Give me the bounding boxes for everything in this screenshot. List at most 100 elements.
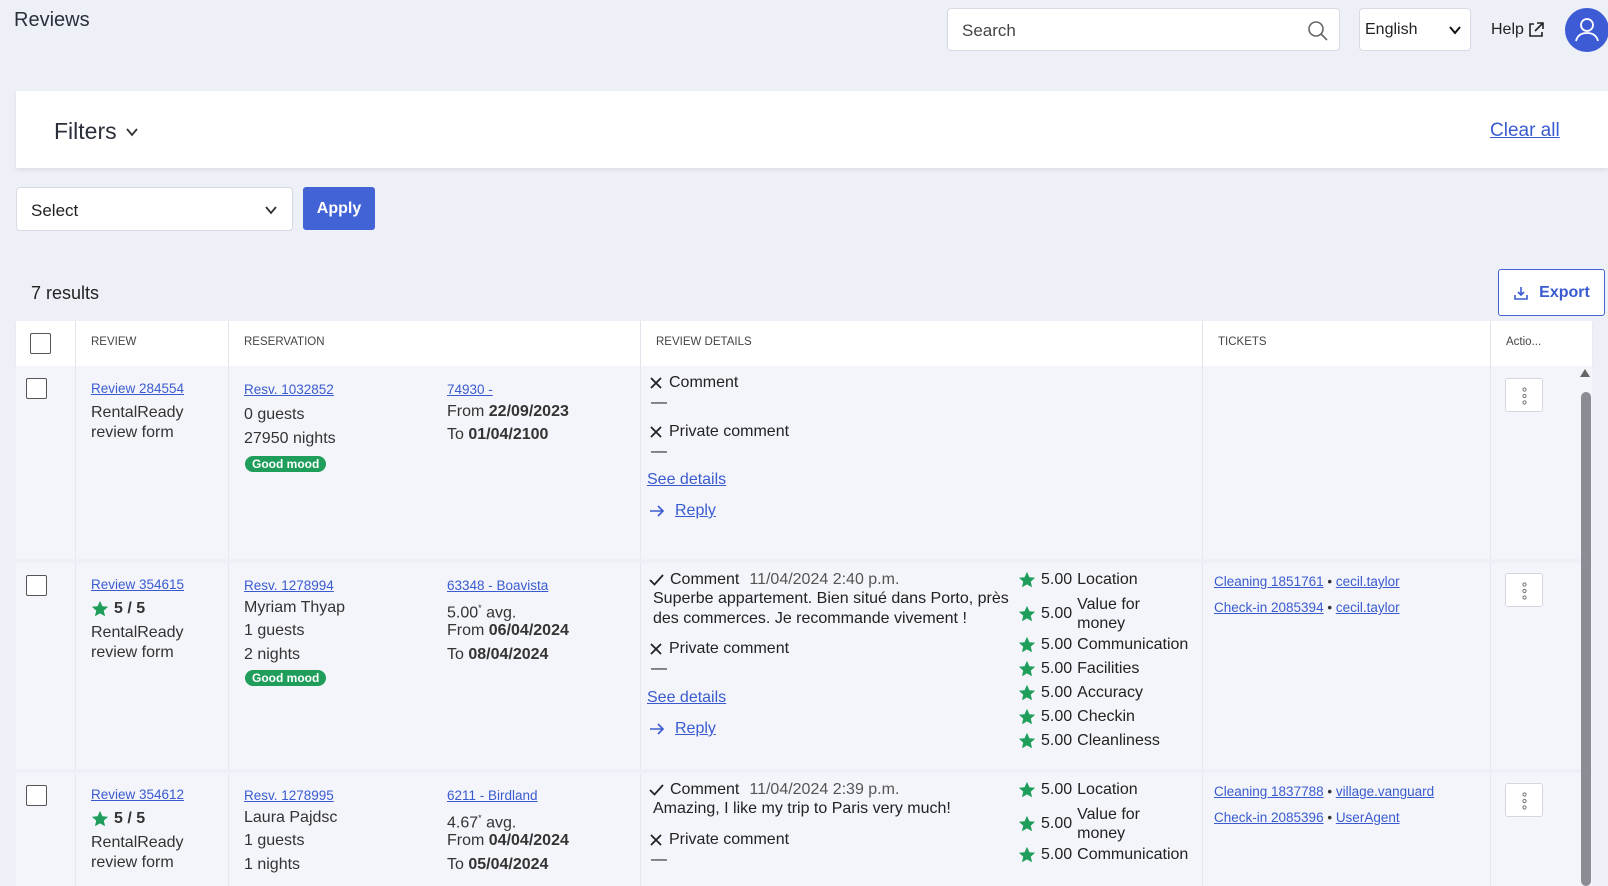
- star-icon: [1018, 684, 1036, 701]
- user-avatar-button[interactable]: [1565, 8, 1608, 52]
- row-actions-button[interactable]: [1505, 573, 1543, 607]
- row-checkbox[interactable]: [26, 378, 47, 399]
- score-location: 5.00 Location: [1018, 571, 1138, 589]
- ticket-link[interactable]: Check-in 2085394: [1214, 600, 1324, 615]
- search-box[interactable]: [947, 8, 1340, 51]
- filters-panel: Filters Clear all: [16, 91, 1608, 168]
- property-link[interactable]: 6211 - Birdland: [447, 788, 538, 803]
- select-all-checkbox[interactable]: [30, 333, 51, 354]
- clear-all-link[interactable]: Clear all: [1490, 120, 1560, 142]
- search-icon[interactable]: [1307, 20, 1329, 42]
- star-icon: [1018, 660, 1036, 677]
- tickets-cell: [1202, 366, 1490, 559]
- score-label-line-1: Value for: [1077, 596, 1140, 613]
- external-link-icon: [1529, 22, 1544, 37]
- user-icon: [1575, 18, 1599, 42]
- nights-count: 2 nights: [244, 646, 301, 663]
- reply-button[interactable]: Reply: [649, 720, 716, 738]
- ticket-link[interactable]: Check-in 2085396: [1214, 810, 1324, 825]
- column-header-review-details[interactable]: Review details: [640, 321, 1202, 366]
- more-vertical-icon: [1522, 387, 1527, 405]
- score-value: 5.00: [1041, 660, 1073, 677]
- review-link[interactable]: Review 354612: [91, 787, 184, 802]
- ticket-link[interactable]: Cleaning 1837788: [1214, 784, 1324, 799]
- search-input[interactable]: [962, 21, 1292, 41]
- star-icon: [1018, 708, 1036, 725]
- reservation-link[interactable]: Resv. 1278994: [244, 578, 334, 593]
- apply-button[interactable]: Apply: [303, 187, 375, 230]
- review-link[interactable]: Review 354615: [91, 577, 184, 592]
- ticket-user-link[interactable]: village.vanguard: [1336, 784, 1434, 799]
- filter-select[interactable]: Select: [16, 187, 293, 231]
- review-form-line-2: review form: [91, 424, 174, 441]
- row-actions-button[interactable]: [1505, 783, 1543, 817]
- row-checkbox[interactable]: [26, 785, 47, 806]
- score-label: Checkin: [1077, 708, 1135, 725]
- score-label: Accuracy: [1077, 684, 1143, 701]
- see-details-link[interactable]: See details: [647, 689, 726, 707]
- vertical-scrollbar[interactable]: [1578, 366, 1592, 886]
- star-icon: [1018, 815, 1036, 832]
- star-icon: [91, 810, 109, 827]
- guest-name: Myriam Thyap: [244, 599, 346, 616]
- from-date: From 06/04/2024: [447, 619, 569, 643]
- score-value-for-money: 5.00 Value for money: [1018, 595, 1140, 633]
- column-header-review[interactable]: Review: [75, 321, 228, 366]
- language-select[interactable]: English: [1359, 8, 1471, 51]
- table-row: Review 354612 5 / 5 RentalReady review f…: [16, 773, 1592, 886]
- column-header-tickets[interactable]: Tickets: [1202, 321, 1490, 366]
- score-label-line-2: money: [1077, 615, 1126, 632]
- scrollbar-thumb[interactable]: [1581, 392, 1591, 886]
- guests-count: 0 guests: [244, 406, 305, 423]
- property-link[interactable]: 63348 - Boavista: [447, 578, 548, 593]
- average-asterisk: *: [478, 603, 482, 613]
- export-button[interactable]: Export: [1498, 269, 1605, 316]
- property-link[interactable]: 74930 -: [447, 382, 493, 397]
- row-checkbox[interactable]: [26, 575, 47, 596]
- column-header-actions[interactable]: Actio...: [1490, 321, 1576, 366]
- reply-button[interactable]: Reply: [649, 502, 716, 520]
- review-details-cell: Comment — Private comment — See details …: [640, 366, 1202, 559]
- review-form-line-2: review form: [91, 854, 174, 871]
- reservation-cell: Resv. 1032852 0 guests 27950 nights Good…: [228, 366, 640, 559]
- ticket-item: Cleaning 1837788 • village.vanguard: [1214, 784, 1435, 799]
- top-bar: Reviews English Help: [0, 0, 1608, 70]
- score-value: 5.00: [1041, 815, 1073, 832]
- see-details-link[interactable]: See details: [647, 471, 726, 489]
- chevron-down-icon: [1449, 26, 1461, 35]
- scroll-up-arrow-icon[interactable]: [1579, 368, 1591, 378]
- from-date: From 04/04/2024: [447, 829, 569, 853]
- more-vertical-icon: [1522, 792, 1527, 810]
- reservation-link[interactable]: Resv. 1032852: [244, 382, 334, 397]
- private-comment-label: Private comment: [669, 640, 790, 657]
- column-header-reservation[interactable]: Reservation: [228, 321, 640, 366]
- star-icon: [1018, 605, 1036, 622]
- to-date: To 01/04/2100: [447, 423, 548, 447]
- help-link[interactable]: Help: [1491, 21, 1545, 39]
- reservation-link[interactable]: Resv. 1278995: [244, 788, 334, 803]
- ticket-user-link[interactable]: cecil.taylor: [1336, 574, 1400, 589]
- comment-empty: —: [651, 394, 667, 411]
- rating-value: 5 / 5: [114, 600, 146, 617]
- review-form-line-1: RentalReady: [91, 624, 184, 641]
- row-actions-button[interactable]: [1505, 378, 1543, 412]
- ticket-user-link[interactable]: UserAgent: [1336, 810, 1400, 825]
- private-comment-status: Private comment: [649, 640, 789, 658]
- chevron-down-icon: [125, 127, 138, 136]
- review-link[interactable]: Review 284554: [91, 381, 184, 396]
- row-select-cell: [16, 773, 75, 886]
- ticket-user-link[interactable]: cecil.taylor: [1336, 600, 1400, 615]
- to-label: To: [447, 856, 464, 873]
- ticket-link[interactable]: Cleaning 1851761: [1214, 574, 1324, 589]
- score-label: Location: [1077, 781, 1138, 798]
- score-label-line-1: Value for: [1077, 806, 1140, 823]
- comment-status: Comment 11/04/2024 2:40 p.m.: [649, 571, 899, 589]
- score-value: 5.00: [1041, 781, 1073, 798]
- mood-badge: Good mood: [245, 456, 327, 472]
- star-icon: [1018, 781, 1036, 798]
- reply-label[interactable]: Reply: [675, 502, 716, 520]
- table-body: Review 284554 RentalReady review form Re…: [16, 366, 1592, 886]
- filters-toggle[interactable]: Filters: [54, 118, 139, 145]
- reply-label[interactable]: Reply: [675, 720, 716, 738]
- score-value: 5.00: [1041, 732, 1073, 749]
